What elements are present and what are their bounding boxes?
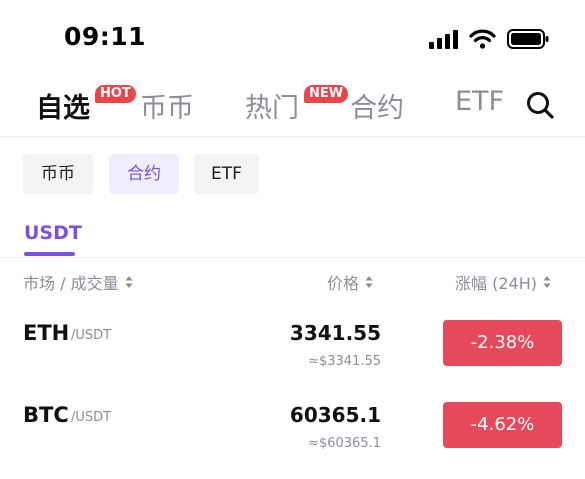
sort-icon (365, 276, 373, 288)
row-symbol: ETH (23, 321, 70, 345)
sort-icon (543, 276, 551, 288)
column-market[interactable]: 市场 / 成交量 (23, 270, 133, 294)
market-row-btc[interactable]: BTC /USDT 60365.1 ≈$60365.1 -4.62% (0, 391, 585, 471)
row-price: 3341.55 (289, 321, 381, 345)
tabs-divider (0, 136, 585, 137)
tab-etf[interactable]: ETF (455, 86, 504, 117)
tab-favorites[interactable]: 自选 (36, 86, 90, 125)
column-price-label: 价格 (327, 274, 360, 293)
tab-hot[interactable]: 热门 (245, 86, 299, 125)
row-change-badge[interactable]: -4.62% (443, 402, 562, 448)
row-symbol: BTC (23, 403, 69, 427)
row-quote: /USDT (71, 410, 112, 425)
status-icons (429, 27, 549, 51)
column-change[interactable]: 涨幅 (24H) (455, 270, 551, 294)
cellular-signal-icon (429, 29, 458, 49)
tab-usdt[interactable]: USDT (24, 222, 82, 244)
sort-icon (125, 276, 133, 288)
row-fiat-price: ≈$60365.1 (308, 436, 381, 451)
hot-badge: HOT (95, 85, 136, 103)
row-quote: /USDT (71, 328, 112, 343)
chip-etf[interactable]: ETF (194, 154, 259, 194)
tab-contract[interactable]: 合约 (350, 86, 404, 125)
main-tabs: 自选 HOT 币币 热门 NEW 合约 ETF (0, 72, 585, 136)
chip-contract[interactable]: 合约 (109, 154, 179, 194)
row-fiat-price: ≈$3341.55 (308, 354, 381, 369)
column-market-label: 市场 / 成交量 (23, 274, 119, 293)
market-row-eth[interactable]: ETH /USDT 3341.55 ≈$3341.55 -2.38% (0, 309, 585, 389)
tab-spot[interactable]: 币币 (140, 86, 194, 125)
active-tab-indicator (24, 252, 75, 256)
subtab-divider (0, 257, 585, 258)
column-change-label: 涨幅 (24H) (455, 274, 537, 293)
new-badge: NEW (304, 85, 349, 103)
column-price[interactable]: 价格 (327, 270, 373, 294)
wifi-icon (469, 29, 496, 49)
search-icon[interactable] (525, 90, 555, 120)
row-change-badge[interactable]: -2.38% (443, 320, 562, 366)
status-bar: 09:11 (0, 0, 585, 72)
status-time: 09:11 (64, 22, 147, 51)
chip-spot[interactable]: 币币 (23, 154, 93, 194)
battery-icon (507, 29, 549, 49)
row-price: 60365.1 (289, 403, 381, 427)
